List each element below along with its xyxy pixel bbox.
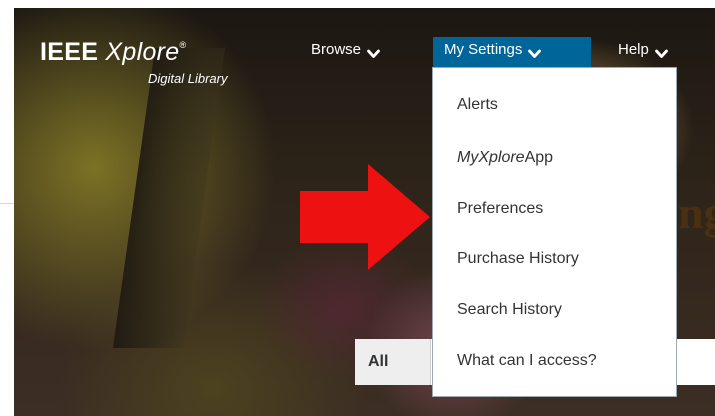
nav-settings-label: My Settings [444,41,523,58]
search-scope-select[interactable]: All [355,339,431,385]
chevron-down-icon [528,42,542,67]
menu-item-myxplore-italic: MyXplore [457,149,525,166]
nav-browse-label: Browse [311,41,362,58]
logo-wordmark: IEEE Xplore® [40,38,186,67]
menu-item-alerts[interactable]: Alerts [457,96,498,114]
page-divider [0,203,14,204]
hero-headline-fragment: ng [678,187,715,238]
red-arrow-icon [300,164,430,270]
ieee-xplore-logo[interactable]: IEEE Xplore® Digital Library [40,38,227,86]
menu-item-app-text: App [524,149,554,166]
menu-item-purchase-history[interactable]: Purchase History [457,250,579,268]
logo-registered-mark: ® [179,40,187,50]
nav-help-label: Help [618,41,649,58]
chevron-down-icon [654,42,668,67]
nav-help[interactable]: Help [618,37,668,67]
logo-subtitle: Digital Library [148,71,228,86]
menu-item-preferences[interactable]: Preferences [457,200,543,218]
nav-browse[interactable]: Browse [311,37,380,67]
nav-my-settings[interactable]: My Settings [433,37,591,67]
menu-item-myxplore-app[interactable]: MyXploreApp [457,149,553,167]
hero-photo-shape [112,48,226,348]
settings-dropdown-menu: Alerts MyXploreApp Preferences Purchase … [432,67,677,397]
menu-item-what-can-i-access[interactable]: What can I access? [457,352,597,370]
logo-product: Xplore [105,38,180,66]
menu-item-search-history[interactable]: Search History [457,301,562,319]
chevron-down-icon [367,42,380,67]
logo-brand: IEEE [40,38,99,66]
